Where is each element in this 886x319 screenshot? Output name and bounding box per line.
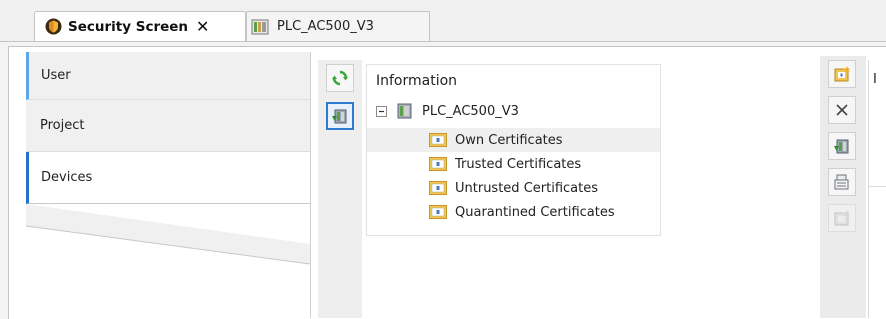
tree-item-own-certificates[interactable]: Own Certificates <box>367 128 660 152</box>
certificate-folder-icon <box>429 181 447 195</box>
details-divider <box>869 186 886 187</box>
delete-button[interactable] <box>828 96 856 124</box>
tab-security-screen[interactable]: Security Screen ✕ <box>34 11 246 41</box>
certificate-tree: Information PLC_AC500_V3 Own Certificate… <box>366 64 661 236</box>
details-header: I <box>873 72 877 87</box>
create-certificate-button[interactable] <box>828 60 856 88</box>
certificate-folder-icon <box>429 205 447 219</box>
tree-header: Information <box>376 73 458 89</box>
renew-certificate-button[interactable] <box>828 204 856 232</box>
renew-certificate-icon <box>833 209 851 227</box>
certificate-folder-icon <box>429 133 447 147</box>
tab-label: Security Screen <box>68 18 189 35</box>
tab-plc-ac500-v3[interactable]: PLC_AC500_V3 <box>246 11 430 41</box>
sidebar-item-devices[interactable]: Devices <box>26 152 310 204</box>
sidebar-item-label: Devices <box>41 170 93 185</box>
sidebar-item-project[interactable]: Project <box>26 100 310 152</box>
tree-item-label: PLC_AC500_V3 <box>422 103 519 119</box>
tree-item-label: Untrusted Certificates <box>455 180 598 196</box>
sidebar: User Project Devices <box>26 52 310 318</box>
certificate-folder-icon <box>429 157 447 171</box>
editor-tab-bar: Security Screen ✕ PLC_AC500_V3 <box>0 0 886 42</box>
tree-item-trusted-certificates[interactable]: Trusted Certificates <box>367 152 660 176</box>
tree-toolbar <box>318 60 362 318</box>
plc-device-icon <box>397 103 412 119</box>
device-certificate-icon <box>331 107 349 125</box>
install-certificate-icon <box>833 137 851 155</box>
certificate-details-panel: I <box>868 60 886 318</box>
sidebar-item-label: Project <box>40 118 85 133</box>
tree-item-label: Trusted Certificates <box>455 156 582 172</box>
tab-divider <box>0 41 886 42</box>
plc-device-icon <box>251 18 269 36</box>
export-certificate-button[interactable] <box>828 168 856 196</box>
sidebar-divider <box>310 52 311 318</box>
device-certificate-button[interactable] <box>326 102 354 130</box>
refresh-button[interactable] <box>326 64 354 92</box>
tree-item-quarantined-certificates[interactable]: Quarantined Certificates <box>367 200 660 224</box>
sidebar-item-label: User <box>41 68 71 83</box>
refresh-icon <box>332 70 348 86</box>
tree-item-untrusted-certificates[interactable]: Untrusted Certificates <box>367 176 660 200</box>
install-certificate-button[interactable] <box>828 132 856 160</box>
tab-label: PLC_AC500_V3 <box>277 19 374 34</box>
collapse-icon[interactable] <box>376 105 387 117</box>
sidebar-item-user[interactable]: User <box>26 52 310 100</box>
tab-shadow-decoration <box>26 204 310 265</box>
close-tab-icon[interactable]: ✕ <box>196 18 209 35</box>
certificate-toolbar <box>820 56 866 318</box>
delete-icon <box>835 103 849 117</box>
tree-root-item[interactable]: PLC_AC500_V3 <box>367 99 660 123</box>
export-certificate-icon <box>834 174 850 190</box>
security-shield-icon <box>45 18 62 35</box>
create-certificate-icon <box>833 65 851 83</box>
tree-item-label: Quarantined Certificates <box>455 204 615 220</box>
tree-item-label: Own Certificates <box>455 132 563 148</box>
